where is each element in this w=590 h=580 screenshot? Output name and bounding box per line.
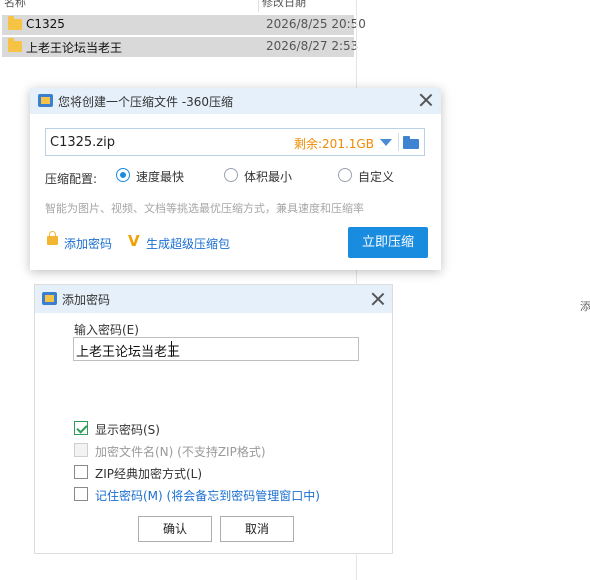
archive-app-icon (38, 94, 53, 107)
file-name: 上老王论坛当老王 (26, 41, 123, 55)
file-row[interactable]: 上老王论坛当老王 2026/8/27 2:53 (2, 37, 358, 57)
radio-unselected-icon[interactable] (338, 168, 352, 182)
file-date: 2026/8/27 2:53 (266, 39, 359, 53)
column-header-date[interactable]: 修改日期 (262, 0, 306, 9)
browse-folder-icon[interactable] (403, 136, 419, 149)
checkbox-label: ZIP经典加密方式(L) (95, 467, 203, 481)
dialog-title: 添加密码 (62, 293, 111, 307)
compress-now-button[interactable]: 立即压缩 (348, 227, 428, 258)
archive-path-field[interactable]: C1325.zip 剩余:201.1GB (45, 128, 425, 156)
checkbox-unchecked-icon[interactable] (74, 465, 88, 479)
column-header-name[interactable]: 名称 (4, 0, 26, 9)
radio-unselected-icon[interactable] (224, 168, 238, 182)
cancel-button[interactable]: 取消 (220, 516, 294, 542)
password-input-label: 输入密码(E) (74, 323, 139, 337)
file-name: C1325 (26, 17, 65, 31)
add-password-dialog: 添加密码 输入密码(E) 上老王论坛当老王 显示密码(S) 加密文件名(N) (… (34, 284, 393, 554)
checkbox-label: 显示密码(S) (95, 423, 160, 437)
close-icon[interactable] (418, 92, 434, 108)
confirm-button[interactable]: 确认 (138, 516, 212, 542)
dialog-title: 您将创建一个压缩文件 -360压缩 (58, 95, 234, 109)
radio-label: 速度最快 (136, 170, 185, 184)
checkbox-label: 加密文件名(N) (不支持ZIP格式) (95, 445, 266, 459)
super-package-link[interactable]: 生成超级压缩包 (146, 235, 230, 252)
lock-icon (47, 231, 58, 245)
folder-icon (8, 38, 22, 52)
password-field[interactable]: 上老王论坛当老王 (73, 337, 359, 361)
dialog-title-bar[interactable]: 添加密码 (35, 285, 392, 313)
edge-clipped-text: 添 (580, 300, 590, 313)
checkbox-checked-icon[interactable] (74, 421, 88, 435)
vip-v-icon: V (128, 232, 140, 250)
password-value[interactable]: 上老王论坛当老王 (76, 341, 180, 360)
text-caret (171, 341, 172, 357)
checkbox-unchecked-icon[interactable] (74, 487, 88, 501)
archive-app-icon (42, 292, 57, 305)
file-date: 2026/8/25 20:50 (266, 17, 366, 31)
add-password-link[interactable]: 添加密码 (64, 235, 112, 252)
compress-hint-text: 智能为图片、视频、文档等挑选最优压缩方式，兼具速度和压缩率 (45, 202, 364, 215)
radio-label: 自定义 (358, 170, 395, 184)
file-row[interactable]: C1325 2026/8/25 20:50 (2, 15, 366, 35)
chevron-down-icon[interactable] (380, 139, 392, 146)
divider (398, 133, 399, 151)
radio-label: 体积最小 (244, 170, 293, 184)
folder-icon (8, 16, 22, 30)
checkbox-disabled-icon (74, 443, 88, 457)
column-separator[interactable] (258, 0, 259, 12)
compress-config-label: 压缩配置: (45, 172, 98, 186)
dialog-title-bar[interactable]: 您将创建一个压缩文件 -360压缩 (30, 88, 441, 114)
checkbox-label[interactable]: 记住密码(M) (将会备忘到密码管理窗口中) (95, 487, 320, 504)
archive-path-value[interactable]: C1325.zip (50, 135, 115, 150)
remaining-space-text: 剩余:201.1GB (294, 137, 374, 151)
compress-dialog: 您将创建一个压缩文件 -360压缩 C1325.zip 剩余:201.1GB 压… (30, 88, 441, 270)
radio-selected-icon[interactable] (116, 168, 130, 182)
close-icon[interactable] (370, 291, 386, 307)
